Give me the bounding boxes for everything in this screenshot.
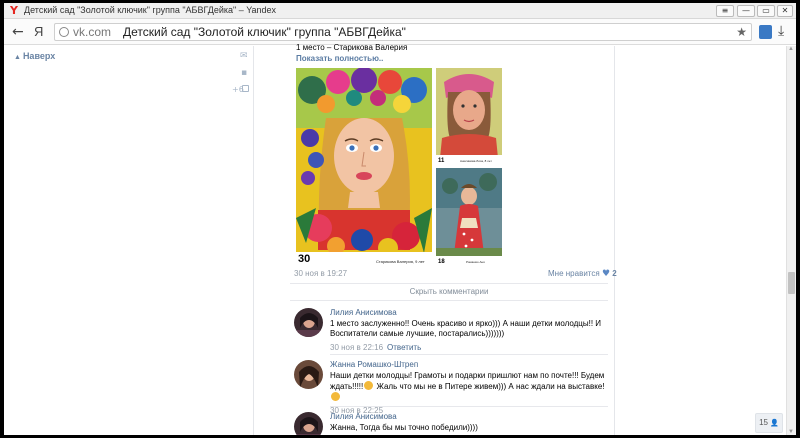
scrollbar[interactable]: ▲ ▼ bbox=[786, 46, 796, 435]
avatar[interactable] bbox=[294, 308, 323, 337]
site-info-icon[interactable] bbox=[59, 27, 69, 37]
person-icon: 👤 bbox=[770, 420, 779, 427]
comment-meta: 30 ноя в 22:16 Ответить bbox=[330, 343, 421, 352]
heart-icon: ♥ bbox=[601, 269, 611, 279]
post-image-main[interactable]: 30 Старикова Валерия, 9 лет bbox=[296, 68, 432, 265]
download-icon[interactable]: ⤓ bbox=[778, 23, 784, 39]
comment-author[interactable]: Лилия Анисимова bbox=[330, 308, 397, 317]
url-input[interactable]: vk.com Детский сад "Золотой ключик" груп… bbox=[54, 23, 752, 41]
url-domain: vk.com bbox=[73, 25, 112, 39]
friends-online-widget[interactable]: 15 👤 bbox=[755, 413, 783, 433]
url-page-title: Детский сад "Золотой ключик" группа "АБВ… bbox=[123, 25, 406, 39]
drawing-girl-flowers-icon bbox=[296, 68, 432, 265]
drawing-portrait-icon bbox=[436, 68, 502, 164]
reply-link[interactable]: Ответить bbox=[387, 343, 421, 352]
image-label-strip: 30 Старикова Валерия, 9 лет bbox=[296, 252, 432, 265]
scroll-down-icon[interactable]: ▼ bbox=[788, 429, 794, 435]
menu-button[interactable]: ≡ bbox=[716, 5, 734, 17]
smile-emoji-icon bbox=[364, 381, 374, 390]
comment-text: Жанна, Тогда бы мы точно победили)))) bbox=[330, 423, 478, 432]
smile-emoji-icon bbox=[331, 392, 340, 401]
like-button[interactable]: Мне нравится ♥ 2 bbox=[548, 269, 617, 279]
show-full-link[interactable]: Показать полностью.. bbox=[296, 54, 383, 63]
arrow-up-icon: ▲ bbox=[14, 54, 21, 61]
vk-extension-icon[interactable] bbox=[759, 25, 772, 39]
back-button[interactable]: ← bbox=[12, 24, 28, 40]
post-text: 1 место – Старикова Валерия bbox=[296, 43, 408, 52]
avatar[interactable] bbox=[294, 412, 323, 435]
comment-text-part: Жаль что мы не в Питере живем))) А нас ж… bbox=[374, 382, 605, 391]
image-caption: Ромашко Аня bbox=[466, 260, 485, 264]
image-label-strip: 18 Ромашко Аня bbox=[436, 256, 502, 265]
image-label-strip: 11 Анисимова Лиза, 8 лет bbox=[436, 155, 502, 164]
comment-time[interactable]: 30 ноя в 22:16 bbox=[330, 343, 383, 352]
yandex-logo-icon: Y bbox=[10, 4, 18, 17]
like-label: Мне нравится bbox=[548, 269, 600, 278]
avatar-photo-icon bbox=[294, 360, 323, 389]
column-divider bbox=[614, 46, 615, 435]
chat-icon[interactable]: ▪ bbox=[241, 68, 247, 78]
image-caption: Анисимова Лиза, 8 лет bbox=[460, 159, 492, 163]
image-number: 11 bbox=[438, 158, 445, 164]
drawing-dress-icon bbox=[436, 168, 502, 265]
like-count: 2 bbox=[612, 269, 617, 278]
post-date[interactable]: 30 ноя в 19:27 bbox=[294, 269, 347, 278]
post-image-dress[interactable]: 18 Ромашко Аня bbox=[436, 168, 502, 265]
scroll-up-icon[interactable]: ▲ bbox=[788, 46, 794, 52]
comment-divider bbox=[330, 354, 608, 355]
avatar-photo-icon bbox=[294, 412, 323, 435]
bookmark-star-icon[interactable]: ★ bbox=[736, 25, 747, 39]
yandex-home-button[interactable]: Я bbox=[34, 24, 48, 40]
address-bar: ← Я vk.com Детский сад "Золотой ключик" … bbox=[4, 19, 796, 45]
scroll-to-top-label: Наверх bbox=[22, 51, 56, 61]
minimize-button[interactable]: — bbox=[737, 5, 755, 17]
comment-author[interactable]: Жанна Ромашко-Штреп bbox=[330, 360, 418, 369]
maximize-button[interactable]: ▭ bbox=[757, 5, 775, 17]
scroll-thumb[interactable] bbox=[788, 272, 795, 294]
title-bar: Y Детский сад "Золотой ключик" группа "А… bbox=[4, 3, 796, 19]
browser-window: Y Детский сад "Золотой ключик" группа "А… bbox=[4, 3, 796, 435]
comment-text: Наши детки молодцы! Грамоты и подарки пр… bbox=[330, 371, 606, 403]
window-title: Детский сад "Золотой ключик" группа "АБВ… bbox=[24, 5, 277, 15]
comment-text: 1 место заслуженно!! Очень красиво и ярк… bbox=[330, 319, 602, 338]
avatar[interactable] bbox=[294, 360, 323, 389]
comment-author[interactable]: Лилия Анисимова bbox=[330, 412, 397, 421]
comment-divider bbox=[330, 406, 608, 407]
image-number: 30 bbox=[298, 253, 311, 265]
avatar-photo-icon bbox=[294, 308, 323, 337]
image-number: 18 bbox=[438, 259, 445, 265]
image-caption: Старикова Валерия, 9 лет bbox=[376, 259, 425, 264]
hide-comments-button[interactable]: Скрыть комментарии bbox=[290, 283, 608, 301]
page-content: ▲ Наверх ✉ ▪ +6 1 место – Старикова Валер… bbox=[4, 43, 796, 435]
close-button[interactable]: ✕ bbox=[777, 5, 793, 17]
post-image-portrait[interactable]: 11 Анисимова Лиза, 8 лет bbox=[436, 68, 502, 164]
messages-icon[interactable]: ✉ bbox=[240, 51, 248, 61]
scroll-to-top-link[interactable]: ▲ Наверх bbox=[14, 51, 55, 61]
friends-count: 15 bbox=[759, 418, 768, 427]
left-column: ▲ Наверх ✉ ▪ +6 bbox=[4, 46, 254, 435]
square-icon[interactable] bbox=[242, 85, 249, 92]
